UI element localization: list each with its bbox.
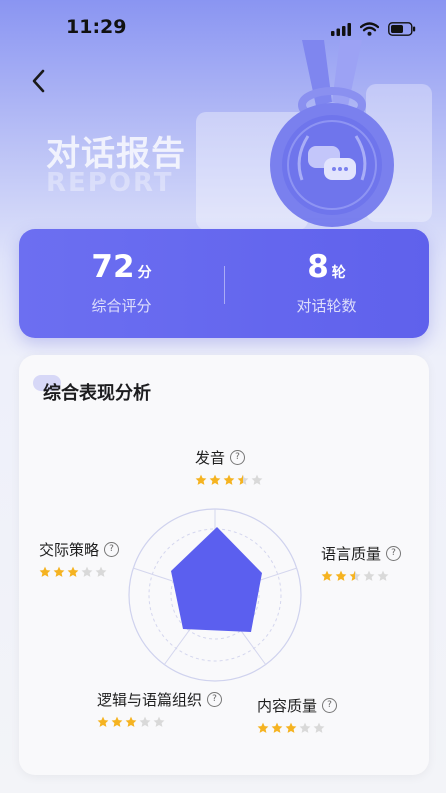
star-icon [195,474,207,485]
dimension-label: 发音 [195,449,226,467]
performance-analysis-card: 综合表现分析 发音? 语言质量? 内容质量? 逻辑与语篇组织? 交际策略? [19,355,429,775]
star-icon [257,722,269,733]
star-icon [335,570,347,581]
star-icon [53,566,65,577]
dimension-communication-strategy: 交际策略? [39,539,120,578]
star-icon [139,716,151,727]
star-rating [97,716,222,728]
conversation-rounds: 8轮 对话轮数 [224,249,429,316]
radar-score-area [171,527,262,632]
help-icon[interactable]: ? [104,542,120,557]
help-icon[interactable]: ? [386,546,402,561]
star-icon [39,566,51,577]
signal-icon [331,22,351,36]
dimension-language-quality: 语言质量? [321,543,402,582]
star-icon [209,474,221,485]
help-icon[interactable]: ? [207,692,223,707]
star-icon [321,570,333,581]
help-icon[interactable]: ? [230,450,246,465]
overall-score-value: 72 [91,249,135,285]
star-icon [349,570,361,581]
overall-score: 72 分 综合评分 [19,249,224,316]
dimension-label: 交际策略 [39,541,100,559]
star-icon [285,722,297,733]
star-icon [237,474,249,485]
dimension-logic-discourse: 逻辑与语篇组织? [97,689,223,728]
star-icon [377,570,389,581]
star-icon [67,566,79,577]
back-chevron-icon[interactable] [26,66,52,96]
star-icon [223,474,235,485]
star-icon [313,722,325,733]
star-icon [81,566,93,577]
score-summary-card: 72 分 综合评分 8轮 对话轮数 [19,229,429,338]
star-icon [95,566,107,577]
star-icon [125,716,137,727]
dimension-label: 内容质量 [257,697,318,715]
dimension-label: 语言质量 [321,545,382,563]
overall-score-label: 综合评分 [91,297,152,315]
star-icon [153,716,165,727]
star-icon [363,570,375,581]
star-icon [271,722,283,733]
star-rating [39,566,119,578]
dimension-pronunciation: 发音? [195,447,263,486]
star-rating [195,474,263,486]
star-rating [257,722,337,734]
overall-score-unit: 分 [137,265,152,281]
help-icon[interactable]: ? [322,698,338,713]
star-rating [321,570,401,582]
star-icon [97,716,109,727]
rounds-unit: 轮 [331,265,346,281]
page-subtitle: REPORT [46,168,174,198]
star-icon [299,722,311,733]
status-time: 11:29 [66,16,127,38]
medal-chat-icon [270,40,394,227]
battery-icon [388,22,416,36]
star-icon [251,474,263,485]
rounds-label: 对话轮数 [296,297,357,315]
dimension-content-quality: 内容质量? [257,695,338,734]
dimension-label: 逻辑与语篇组织 [97,691,203,709]
star-icon [111,716,123,727]
rounds-value: 8 [307,249,329,285]
wifi-icon [360,22,379,36]
